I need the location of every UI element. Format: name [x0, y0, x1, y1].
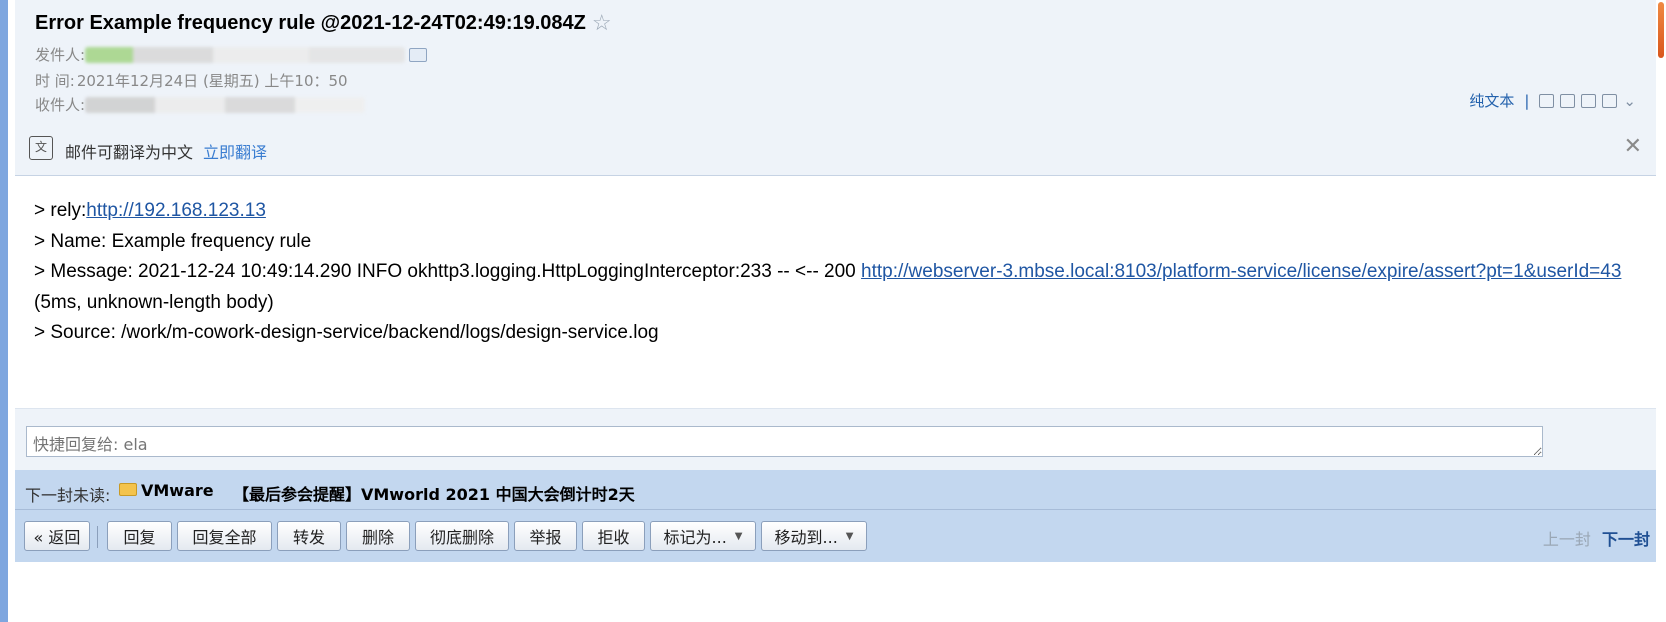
close-icon[interactable]: ✕: [1624, 134, 1642, 159]
recipient-row: 收件人:: [35, 94, 366, 115]
translate-bar: 文 邮件可翻译为中文 立即翻译 ✕: [15, 122, 1656, 176]
translate-icon: 文: [29, 136, 53, 160]
time-value: 2021年12月24日 (星期五) 上午10：50: [76, 72, 348, 90]
contact-card-icon[interactable]: [409, 47, 428, 62]
body-line-rely: > rely:http://192.168.123.13: [34, 196, 1634, 227]
sender-row: 发件人:: [35, 44, 428, 65]
caret-down-icon: ▼: [845, 530, 854, 542]
next-unread-bar: 下一封未读: VMware 【最后参会提醒】VMworld 2021 中国大会倒…: [15, 470, 1656, 510]
caret-down-icon: ▼: [734, 530, 743, 542]
view-source-icon[interactable]: [1560, 93, 1576, 108]
forward-button[interactable]: 转发: [277, 521, 341, 551]
quick-reply-area: [15, 408, 1656, 470]
message-prefix: > Message: 2021-12-24 10:49:14.290 INFO …: [34, 261, 862, 282]
back-button[interactable]: « 返回: [24, 521, 90, 551]
scrollbar-thumb[interactable]: [1658, 2, 1664, 58]
next-unread-subject[interactable]: 【最后参会提醒】VMworld 2021 中国大会倒计时2天: [233, 481, 635, 505]
mark-as-label: 标记为...: [663, 528, 727, 547]
time-label: 时 间:: [35, 72, 75, 90]
download-icon[interactable]: [1581, 93, 1597, 108]
next-unread-sender[interactable]: VMware: [141, 481, 214, 500]
more-chevron-icon[interactable]: ⌄: [1623, 92, 1636, 110]
prev-email-link: 上一封: [1542, 530, 1591, 549]
move-to-dropdown[interactable]: 移动到... ▼: [761, 521, 867, 551]
left-accent-strip: [0, 0, 8, 622]
action-toolbar: « 返回 回复 回复全部 转发 删除 彻底删除 举报 拒收 标记为... ▼ 移动…: [15, 510, 1656, 562]
reject-button[interactable]: 拒收: [582, 521, 645, 551]
next-unread-label: 下一封未读:: [25, 486, 111, 505]
plain-text-link[interactable]: 纯文本: [1469, 90, 1514, 111]
translate-now-link[interactable]: 立即翻译: [203, 139, 267, 163]
delete-permanently-button[interactable]: 彻底删除: [415, 521, 509, 551]
header-tools: 纯文本 | ⌄: [1469, 90, 1636, 111]
report-button[interactable]: 举报: [514, 521, 577, 551]
sender-redacted: [85, 46, 406, 63]
subject-text: Error Example frequency rule @2021-12-24…: [35, 11, 586, 34]
print-icon[interactable]: [1602, 93, 1618, 108]
star-icon[interactable]: ☆: [592, 10, 612, 36]
translate-message: 邮件可翻译为中文: [65, 143, 194, 162]
next-email-link[interactable]: 下一封: [1602, 530, 1650, 549]
reply-all-button[interactable]: 回复全部: [177, 521, 272, 551]
message-link[interactable]: http://webserver-3.mbse.local:8103/platf…: [861, 261, 1621, 282]
message-suffix: (5ms, unknown-length body): [34, 291, 274, 313]
envelope-icon: [119, 483, 137, 496]
rely-prefix: > rely:: [34, 200, 87, 221]
email-subject: Error Example frequency rule @2021-12-24…: [35, 10, 612, 36]
recipient-label: 收件人:: [35, 96, 86, 114]
move-to-label: 移动到...: [774, 528, 838, 547]
body-line-source: > Source: /work/m-cowork-design-service/…: [34, 322, 659, 343]
toolbar-divider: [97, 526, 98, 548]
rely-link[interactable]: http://192.168.123.13: [86, 200, 266, 221]
scrollbar[interactable]: [1656, 0, 1666, 60]
email-body: > rely:http://192.168.123.13 > Name: Exa…: [34, 196, 1634, 349]
body-line-name: > Name: Example frequency rule: [34, 230, 312, 252]
recipient-redacted: [85, 96, 366, 113]
email-header: Error Example frequency rule @2021-12-24…: [15, 0, 1656, 128]
mark-as-dropdown[interactable]: 标记为... ▼: [650, 521, 756, 551]
reply-button[interactable]: 回复: [107, 521, 172, 551]
tools-separator: |: [1524, 91, 1530, 110]
pager: 上一封 下一封: [1543, 526, 1650, 550]
new-window-icon[interactable]: [1539, 93, 1555, 108]
body-line-message: > Message: 2021-12-24 10:49:14.290 INFO …: [34, 257, 1634, 318]
quick-reply-input[interactable]: [26, 426, 1543, 457]
sender-label: 发件人:: [35, 46, 86, 64]
delete-button[interactable]: 删除: [346, 521, 410, 551]
time-row: 时 间: 2021年12月24日 (星期五) 上午10：50: [35, 70, 348, 91]
